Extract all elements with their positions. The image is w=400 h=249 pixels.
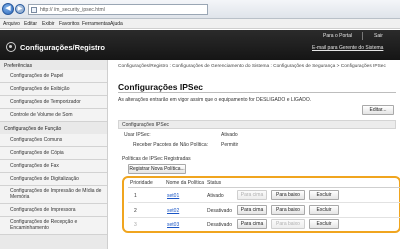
header-separator — [362, 32, 363, 40]
menu-ajuda[interactable]: Ajuda — [110, 21, 123, 27]
sidebar-item-scan[interactable]: Configurações de Digitalização — [0, 173, 107, 186]
section-header-ipsec: Configurações IPSec — [118, 120, 396, 129]
move-down-button[interactable]: Para baixo — [271, 219, 305, 229]
sidebar-item-paper[interactable]: Configurações de Papel — [0, 70, 107, 83]
sidebar-item-receive-forward[interactable]: Configurações de Recepção e Encaminhamen… — [0, 217, 107, 235]
delete-button[interactable]: Excluir — [309, 190, 339, 200]
policy-link-set01[interactable]: set01 — [167, 193, 179, 199]
browser-menu-bar: Arquivo Editar Exibir Favoritos Ferramen… — [0, 19, 400, 29]
title-divider — [118, 92, 396, 93]
use-ipsec-value: Ativado — [221, 132, 238, 138]
back-arrow-icon: ◀ — [5, 5, 11, 12]
sidebar-heading-functions: Configurações de Função — [4, 126, 62, 132]
sidebar: Preferências Configurações de Papel Conf… — [0, 60, 108, 249]
row-divider — [128, 202, 400, 203]
page-title: Configurações IPSec — [118, 82, 204, 92]
back-button[interactable]: ◀ — [2, 3, 14, 15]
edit-button[interactable]: Editar... — [362, 105, 394, 115]
row-status: Desativado — [207, 222, 233, 228]
settings-logo-icon — [6, 42, 16, 52]
menu-editar[interactable]: Editar — [24, 21, 37, 27]
move-down-button[interactable]: Para baixo — [271, 205, 305, 215]
menu-ferramentas[interactable]: Ferramentas — [82, 21, 110, 27]
browser-address-bar: ◀ ▶ http:// /m_security_ipsec.html — [0, 0, 400, 19]
sidebar-item-label: Configurações Comuns — [10, 137, 63, 143]
forward-arrow-icon: ▶ — [17, 6, 23, 12]
sidebar-item-timer[interactable]: Configurações de Temporizador — [0, 96, 107, 109]
logout-link[interactable]: Sair — [374, 33, 383, 39]
app-header: Configurações/Registro Para o Portal Sai… — [0, 30, 400, 60]
email-admin-link[interactable]: E-mail para Gerente do Sistema — [312, 45, 383, 51]
row-priority: 3 — [134, 222, 137, 228]
policy-link-set03[interactable]: set03 — [167, 222, 179, 228]
row-priority: 2 — [134, 208, 137, 214]
table-header-divider — [128, 187, 400, 188]
col-policy-name: Nome da Política — [166, 180, 205, 186]
sidebar-item-common[interactable]: Configurações Comuns — [0, 134, 107, 147]
policy-link-set02[interactable]: set02 — [167, 208, 179, 214]
register-new-policy-button[interactable]: Registrar Nova Política... — [128, 164, 186, 174]
sidebar-item-label: Configurações de Temporizador — [10, 99, 81, 105]
sidebar-item-label: Configurações de Cópia — [10, 150, 64, 156]
sidebar-heading-preferences: Preferências — [4, 63, 33, 69]
sidebar-item-label: Configurações de Digitalização — [10, 176, 79, 182]
delete-button[interactable]: Excluir — [309, 205, 339, 215]
sidebar-item-label: Configurações de Exibição — [10, 86, 70, 92]
sidebar-item-printer[interactable]: Configurações de Impressora — [0, 204, 107, 217]
url-field[interactable]: http:// /m_security_ipsec.html — [28, 4, 208, 15]
sidebar-item-label: Configurações de Impressora — [10, 207, 76, 213]
move-up-button[interactable]: Para cima — [237, 205, 267, 215]
sidebar-item-label: Controle de Volume de Som — [10, 112, 73, 118]
menu-favoritos[interactable]: Favoritos — [59, 21, 80, 27]
sidebar-item-label: Configurações de Recepção e Encaminhamen… — [10, 219, 78, 231]
sidebar-item-copy[interactable]: Configurações de Cópia — [0, 147, 107, 160]
move-down-button[interactable]: Para baixo — [271, 190, 305, 200]
menu-arquivo[interactable]: Arquivo — [3, 21, 20, 27]
sidebar-item-memory-media[interactable]: Configurações de Impressão de Mídia de M… — [0, 186, 107, 204]
row-status: Desativado — [207, 208, 233, 214]
sidebar-item-label: Configurações de Fax — [10, 163, 59, 169]
to-portal-link[interactable]: Para o Portal — [323, 33, 352, 39]
page-icon — [31, 7, 37, 13]
registered-policies-heading: Políticas de IPSec Registradas — [122, 156, 191, 162]
breadcrumb: Configurações/Registro : Configurações d… — [118, 64, 386, 69]
sidebar-item-display[interactable]: Configurações de Exibição — [0, 83, 107, 96]
sidebar-item-volume[interactable]: Controle de Volume de Som — [0, 109, 107, 122]
move-up-button[interactable]: Para cima — [237, 219, 267, 229]
forward-button[interactable]: ▶ — [15, 4, 25, 14]
sidebar-item-label: Configurações de Papel — [10, 73, 64, 79]
receive-no-policy-value: Permitir — [221, 142, 239, 148]
sidebar-item-label: Configurações de Impressão de Mídia de M… — [10, 188, 102, 200]
row-priority: 1 — [134, 193, 137, 199]
sidebar-item-fax[interactable]: Configurações de Fax — [0, 160, 107, 173]
receive-no-policy-label: Receber Pacotes de Não Política: — [133, 142, 209, 148]
row-status: Ativado — [207, 193, 224, 199]
section-title: Configurações IPSec — [122, 122, 169, 128]
move-up-button[interactable]: Para cima — [237, 190, 267, 200]
restart-notice: As alterações entrarão em vigor assim qu… — [118, 97, 312, 103]
url-text: http:// /m_security_ipsec.html — [40, 7, 105, 13]
main-content: Configurações/Registro : Configurações d… — [108, 60, 400, 249]
app-title: Configurações/Registro — [20, 43, 106, 52]
col-priority: Prioridade — [130, 180, 153, 186]
use-ipsec-label: Usar IPSec: — [124, 132, 151, 138]
menu-exibir[interactable]: Exibir — [42, 21, 55, 27]
col-status: Status — [207, 180, 222, 186]
row-divider — [128, 217, 400, 218]
delete-button[interactable]: Excluir — [309, 219, 339, 229]
